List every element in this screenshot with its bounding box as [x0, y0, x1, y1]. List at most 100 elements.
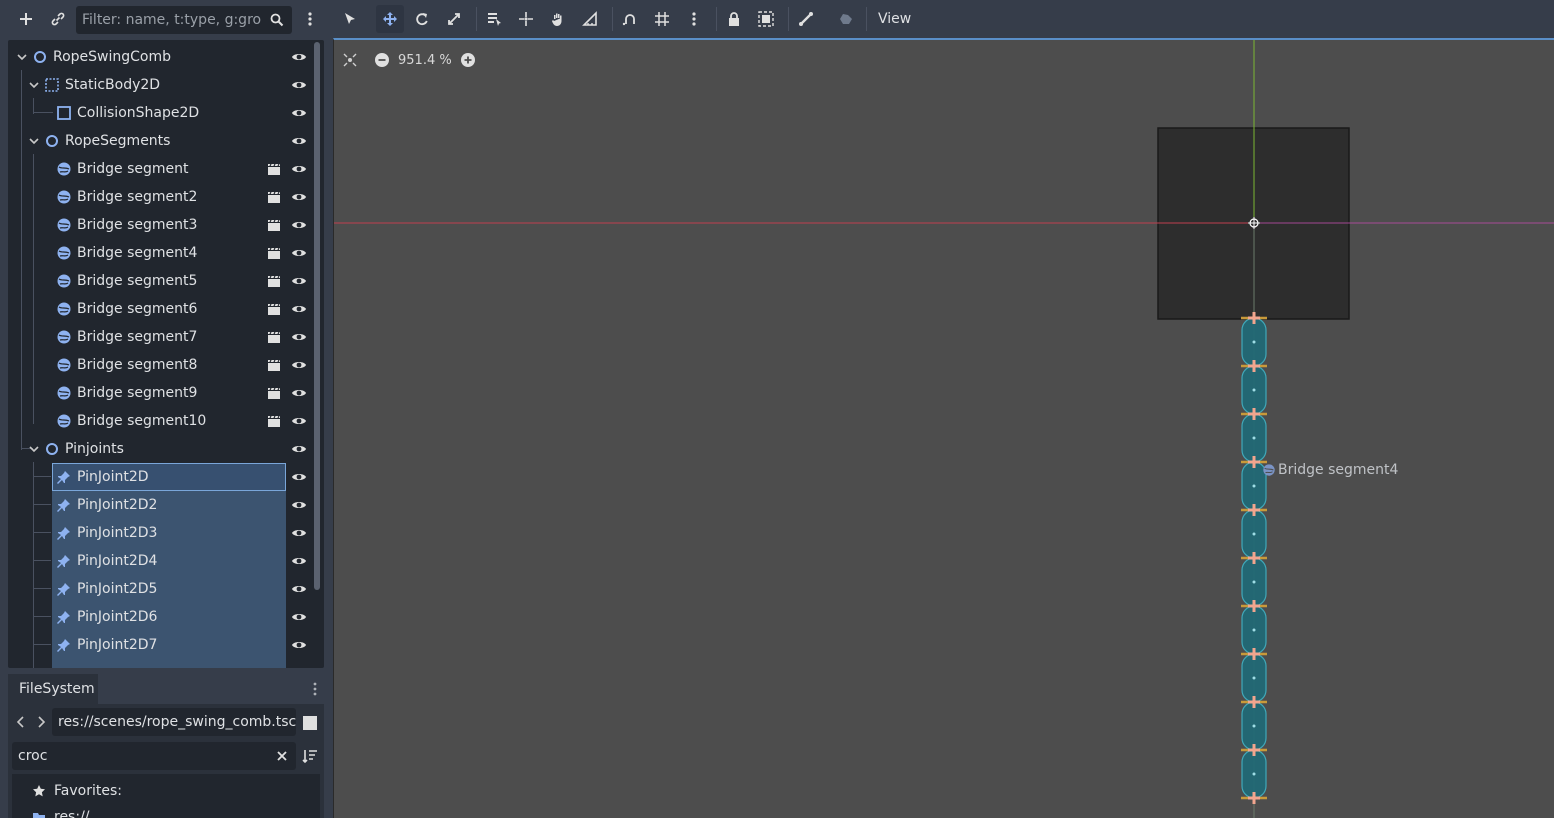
visibility-eye-icon[interactable] [291, 161, 307, 177]
pan-mode-button[interactable] [544, 5, 572, 33]
visibility-eye-icon[interactable] [291, 581, 307, 597]
tab-filesystem[interactable]: FileSystem [8, 674, 98, 704]
tree-item-label: Bridge segment3 [77, 217, 198, 233]
sort-icon[interactable] [302, 748, 318, 764]
tree-item-pinjoint2d5[interactable]: PinJoint2D5 [8, 575, 308, 603]
canvas-viewport[interactable]: 951.4 % Bridge segment4 [333, 38, 1554, 818]
visibility-eye-icon[interactable] [291, 357, 307, 373]
visibility-eye-icon[interactable] [291, 49, 307, 65]
tree-item-pinjoint2d6[interactable]: PinJoint2D6 [8, 603, 308, 631]
clear-search-icon[interactable] [276, 750, 288, 762]
chevron-down-icon[interactable] [28, 79, 40, 91]
open-in-editor-clapper-icon[interactable] [266, 245, 282, 261]
filesystem-tree[interactable]: Favorites: res:// [12, 774, 320, 818]
dock-options-icon[interactable] [312, 681, 318, 697]
visibility-eye-icon[interactable] [291, 553, 307, 569]
visibility-eye-icon[interactable] [291, 413, 307, 429]
open-in-editor-clapper-icon[interactable] [266, 385, 282, 401]
visibility-eye-icon[interactable] [291, 245, 307, 261]
visibility-eye-icon[interactable] [291, 301, 307, 317]
visibility-eye-icon[interactable] [291, 637, 307, 653]
canvas-drawing[interactable] [334, 40, 1554, 818]
instance-scene-button[interactable] [44, 5, 72, 33]
visibility-eye-icon[interactable] [291, 77, 307, 93]
tree-item-bridge-segment10[interactable]: Bridge segment10 [8, 407, 308, 435]
tree-item-bridge-segment4[interactable]: Bridge segment4 [8, 239, 308, 267]
tree-item-bridge-segment9[interactable]: Bridge segment9 [8, 379, 308, 407]
chevron-down-icon[interactable] [28, 135, 40, 147]
open-in-editor-clapper-icon[interactable] [266, 273, 282, 289]
tree-item-pinjoints[interactable]: Pinjoints [8, 435, 308, 463]
skeleton-button[interactable] [792, 5, 820, 33]
tree-item-bridge-segment3[interactable]: Bridge segment3 [8, 211, 308, 239]
select-mode-button[interactable] [336, 5, 364, 33]
visibility-eye-icon[interactable] [291, 525, 307, 541]
smart-snap-button[interactable] [616, 5, 644, 33]
segment-center-dot [1252, 484, 1256, 488]
add-node-button[interactable] [12, 5, 40, 33]
pivot-mode-button[interactable] [512, 5, 540, 33]
visibility-eye-icon[interactable] [291, 105, 307, 121]
open-in-editor-clapper-icon[interactable] [266, 301, 282, 317]
move-mode-button[interactable] [376, 5, 404, 33]
zoom-in-icon[interactable] [460, 52, 476, 68]
tree-item-bridge-segment[interactable]: Bridge segment [8, 155, 308, 183]
visibility-eye-icon[interactable] [291, 385, 307, 401]
snap-options-button[interactable] [680, 5, 708, 33]
chevron-left-icon[interactable] [16, 715, 26, 729]
tree-item-pinjoint2d3[interactable]: PinJoint2D3 [8, 519, 308, 547]
group-button[interactable] [752, 5, 780, 33]
visibility-eye-icon[interactable] [291, 133, 307, 149]
chevron-down-icon[interactable] [28, 443, 40, 455]
view-menu[interactable]: View [870, 5, 919, 33]
scale-mode-button[interactable] [440, 5, 468, 33]
scene-filter[interactable] [76, 6, 292, 34]
open-in-editor-clapper-icon[interactable] [266, 217, 282, 233]
scene-options-button[interactable] [296, 5, 324, 33]
visibility-eye-icon[interactable] [291, 217, 307, 233]
visibility-eye-icon[interactable] [291, 441, 307, 457]
visibility-eye-icon[interactable] [291, 273, 307, 289]
tree-item-staticbody2d[interactable]: StaticBody2D [8, 71, 308, 99]
zoom-reset-icon[interactable] [342, 52, 358, 68]
tree-item-pinjoint2d[interactable]: PinJoint2D [8, 463, 308, 491]
tree-item-pinjoint2d7[interactable]: PinJoint2D7 [8, 631, 308, 659]
scene-filter-input[interactable] [82, 12, 262, 28]
visibility-eye-icon[interactable] [291, 609, 307, 625]
zoom-level[interactable]: 951.4 % [398, 53, 452, 68]
polygon-tools-button[interactable] [832, 5, 860, 33]
tab-label: FileSystem [19, 681, 95, 697]
tree-item-collisionshape2d[interactable]: CollisionShape2D [8, 99, 308, 127]
visibility-eye-icon[interactable] [291, 189, 307, 205]
open-in-editor-clapper-icon[interactable] [266, 413, 282, 429]
tree-item-pinjoint2d4[interactable]: PinJoint2D4 [8, 547, 308, 575]
list-selection-button[interactable] [480, 5, 508, 33]
open-in-editor-clapper-icon[interactable] [266, 161, 282, 177]
tree-item-ropesegments[interactable]: RopeSegments [8, 127, 308, 155]
zoom-out-icon[interactable] [374, 52, 390, 68]
visibility-eye-icon[interactable] [291, 497, 307, 513]
ruler-mode-button[interactable] [576, 5, 604, 33]
grid-snap-button[interactable] [648, 5, 676, 33]
filesystem-path-field[interactable]: res://scenes/rope_swing_comb.tsc [52, 708, 296, 736]
tree-scrollbar[interactable] [314, 42, 320, 590]
tree-item-bridge-segment7[interactable]: Bridge segment7 [8, 323, 308, 351]
tree-item-bridge-segment2[interactable]: Bridge segment2 [8, 183, 308, 211]
tree-item-bridge-segment8[interactable]: Bridge segment8 [8, 351, 308, 379]
filesystem-search-input[interactable]: croc [12, 742, 296, 770]
chevron-right-icon[interactable] [36, 715, 46, 729]
rotate-mode-button[interactable] [408, 5, 436, 33]
tree-item-ropeswingcomb[interactable]: RopeSwingComb [8, 43, 308, 71]
split-view-icon[interactable] [302, 715, 318, 731]
lock-button[interactable] [720, 5, 748, 33]
visibility-eye-icon[interactable] [291, 469, 307, 485]
open-in-editor-clapper-icon[interactable] [266, 357, 282, 373]
chevron-down-icon[interactable] [16, 51, 28, 63]
open-in-editor-clapper-icon[interactable] [266, 189, 282, 205]
tree-item-pinjoint2d2[interactable]: PinJoint2D2 [8, 491, 308, 519]
open-in-editor-clapper-icon[interactable] [266, 329, 282, 345]
visibility-eye-icon[interactable] [291, 329, 307, 345]
tree-item-bridge-segment5[interactable]: Bridge segment5 [8, 267, 308, 295]
scene-tree[interactable]: RopeSwingComb StaticBody2D CollisionShap… [8, 40, 324, 668]
tree-item-bridge-segment6[interactable]: Bridge segment6 [8, 295, 308, 323]
